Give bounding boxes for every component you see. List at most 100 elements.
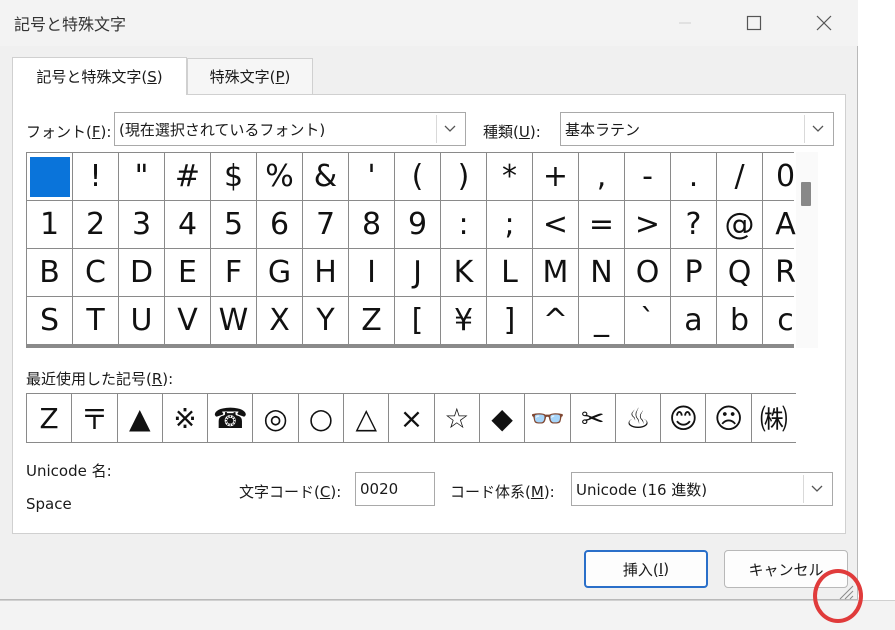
chevron-down-icon (803, 475, 830, 503)
symbol-cell[interactable]: @ (717, 201, 762, 248)
symbol-grid-scrollbar[interactable] (796, 152, 818, 348)
symbol-cell[interactable]: Y (303, 297, 348, 344)
tab-special-characters[interactable]: 特殊文字(P) (187, 58, 313, 94)
symbol-cell[interactable]: b (717, 297, 762, 344)
symbol-cell[interactable]: . (671, 153, 716, 200)
symbol-cell[interactable]: / (717, 153, 762, 200)
subset-select[interactable]: 基本ラテン (560, 112, 834, 146)
recent-symbol-cell[interactable]: ▲ (117, 394, 162, 442)
symbol-cell[interactable]: 3 (119, 201, 164, 248)
symbol-cell[interactable]: 6 (257, 201, 302, 248)
char-code-input[interactable]: 0020 (355, 472, 435, 506)
recent-symbols-label: 最近使用した記号(R): (26, 370, 174, 388)
symbol-cell[interactable]: 9 (395, 201, 440, 248)
symbol-cell[interactable]: = (579, 201, 624, 248)
char-code-label: 文字コード(C): (239, 483, 342, 501)
recent-symbol-cell[interactable]: ○ (298, 394, 344, 442)
symbol-cell[interactable]: 1 (27, 201, 72, 248)
dialog-title: 記号と特殊文字 (14, 15, 127, 34)
recent-symbol-cell[interactable]: ♨ (615, 394, 661, 442)
symbol-cell[interactable]: J (395, 249, 440, 296)
recent-symbol-cell[interactable]: Z (27, 394, 72, 442)
recent-symbol-cell[interactable]: △ (344, 394, 389, 442)
recent-symbol-cell[interactable]: 👓 (525, 394, 570, 442)
symbol-cell[interactable]: B (27, 249, 72, 296)
symbol-cell[interactable]: + (533, 153, 578, 200)
symbol-cell[interactable]: " (119, 153, 164, 200)
symbol-cell[interactable]: ! (73, 153, 118, 200)
symbol-cell[interactable]: * (487, 153, 532, 200)
symbol-cell[interactable]: < (533, 201, 578, 248)
insert-button[interactable]: 挿入(I) (584, 550, 708, 588)
recent-symbol-cell[interactable]: ㈱ (751, 394, 797, 442)
symbol-cell[interactable]: W (211, 297, 256, 344)
symbol-cell[interactable]: T (73, 297, 118, 344)
close-button[interactable] (801, 0, 847, 46)
symbol-cell[interactable]: ] (487, 297, 532, 344)
symbol-cell[interactable]: : (441, 201, 486, 248)
symbol-cell[interactable]: ` (625, 297, 670, 344)
recent-symbol-cell[interactable]: ✂ (570, 394, 615, 442)
scrollbar-thumb[interactable] (801, 182, 811, 206)
symbol-cell[interactable]: L (487, 249, 532, 296)
recent-symbol-cell[interactable]: 〒 (72, 394, 117, 442)
symbol-cell[interactable]: 8 (349, 201, 394, 248)
symbol-cell[interactable]: , (579, 153, 624, 200)
font-select[interactable]: (現在選択されているフォント) (114, 112, 466, 146)
subset-label: 種類(U): (483, 123, 541, 141)
symbol-cell[interactable]: C (73, 249, 118, 296)
recent-symbol-cell[interactable]: × (389, 394, 434, 442)
recent-symbol-cell[interactable]: ◎ (253, 394, 298, 442)
symbol-cell[interactable]: > (625, 201, 670, 248)
symbol-cell[interactable]: & (303, 153, 348, 200)
symbol-cell[interactable]: S (27, 297, 72, 344)
symbol-cell[interactable]: - (625, 153, 670, 200)
symbol-cell[interactable]: ^ (533, 297, 578, 344)
maximize-button[interactable] (731, 0, 777, 46)
symbol-cell[interactable]: H (303, 249, 348, 296)
symbol-cell[interactable]: K (441, 249, 486, 296)
symbol-cell[interactable]: % (257, 153, 302, 200)
symbol-cell[interactable]: U (119, 297, 164, 344)
symbol-cell[interactable]: $ (211, 153, 256, 200)
symbol-cell[interactable]: [ (395, 297, 440, 344)
recent-symbol-cell[interactable]: ◆ (479, 394, 525, 442)
recent-symbol-cell[interactable]: 😊 (661, 394, 706, 442)
symbol-cell[interactable]: a (671, 297, 716, 344)
symbol-cell[interactable]: ; (487, 201, 532, 248)
selected-symbol-highlight (29, 156, 70, 197)
symbol-cell[interactable]: ' (349, 153, 394, 200)
symbol-cell[interactable]: ? (671, 201, 716, 248)
code-system-select[interactable]: Unicode (16 進数) (571, 472, 833, 506)
symbol-cell[interactable]: V (165, 297, 210, 344)
recent-symbol-cell[interactable]: ☆ (434, 394, 479, 442)
recent-symbol-cell[interactable]: ☎ (208, 394, 253, 442)
symbol-cell[interactable]: X (257, 297, 302, 344)
chevron-down-icon (436, 115, 463, 143)
symbol-cell[interactable]: Z (349, 297, 394, 344)
symbol-cell[interactable] (27, 153, 72, 200)
symbol-cell[interactable]: ( (395, 153, 440, 200)
symbol-cell[interactable]: ¥ (441, 297, 486, 344)
symbol-cell[interactable]: 4 (165, 201, 210, 248)
symbol-cell[interactable]: Q (717, 249, 762, 296)
recent-symbol-cell[interactable]: ※ (162, 394, 208, 442)
symbol-cell[interactable]: 5 (211, 201, 256, 248)
symbol-cell[interactable]: I (349, 249, 394, 296)
symbol-cell[interactable]: _ (579, 297, 624, 344)
symbol-cell[interactable]: 7 (303, 201, 348, 248)
symbol-cell[interactable]: ) (441, 153, 486, 200)
symbol-cell[interactable]: E (165, 249, 210, 296)
symbol-cell[interactable]: P (671, 249, 716, 296)
symbol-cell[interactable]: G (257, 249, 302, 296)
symbol-cell[interactable]: M (533, 249, 578, 296)
symbol-cell[interactable]: # (165, 153, 210, 200)
tab-symbols[interactable]: 記号と特殊文字(S) (12, 57, 187, 95)
minimize-button[interactable] (662, 0, 708, 46)
symbol-cell[interactable]: D (119, 249, 164, 296)
recent-symbol-cell[interactable]: ☹ (706, 394, 751, 442)
symbol-cell[interactable]: F (211, 249, 256, 296)
symbol-cell[interactable]: N (579, 249, 624, 296)
symbol-cell[interactable]: 2 (73, 201, 118, 248)
symbol-cell[interactable]: O (625, 249, 670, 296)
